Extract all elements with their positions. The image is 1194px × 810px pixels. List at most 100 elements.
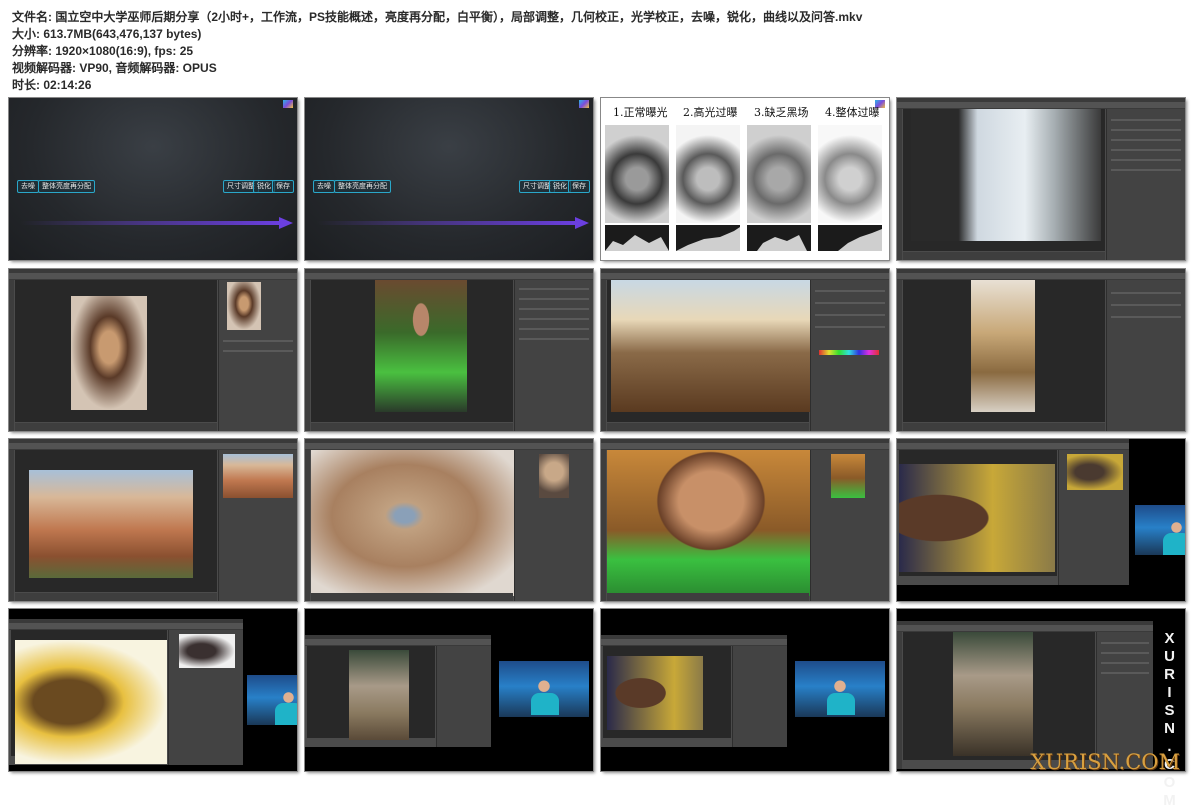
tools-panel xyxy=(305,280,310,431)
tools-panel xyxy=(897,280,902,431)
tools-panel xyxy=(601,280,606,431)
properties-panel xyxy=(436,646,491,747)
canvas-photo xyxy=(375,280,467,412)
canvas-area xyxy=(307,646,435,740)
histogram-3 xyxy=(747,225,811,251)
exposure-photo-1 xyxy=(605,125,669,223)
histogram-4 xyxy=(818,225,882,251)
canvas-photo xyxy=(311,450,519,596)
properties-panel xyxy=(1096,632,1153,769)
canvas-photo xyxy=(953,632,1033,756)
canvas-area xyxy=(903,109,1105,251)
slide-button-brightness: 整体亮度再分配 xyxy=(38,180,95,193)
canvas-area xyxy=(603,646,731,738)
duration-text: 时长: 02:14:26 xyxy=(12,78,92,92)
canvas-photo xyxy=(71,296,147,410)
canvas-area xyxy=(311,280,513,422)
thumb-ps-cowboy-portrait[interactable] xyxy=(9,269,297,431)
slide-button-save: 保存 xyxy=(568,180,590,193)
canvas-photo xyxy=(29,470,193,578)
thumb-title-slide-2[interactable]: 去噪 整体亮度再分配 尺寸调整 锐化 保存 xyxy=(305,98,593,260)
exposure-title-4: 4.整体过曝 xyxy=(825,106,880,119)
thumb-ps-girl-closeup[interactable] xyxy=(601,439,889,601)
navigator-panel xyxy=(514,450,593,601)
presenter-webcam xyxy=(499,661,589,717)
properties-panel xyxy=(1106,280,1185,431)
canvas-photo xyxy=(607,656,703,730)
histogram-panel xyxy=(168,630,243,765)
canvas-photo xyxy=(911,109,1101,241)
workflow-arrowhead xyxy=(279,217,293,229)
canvas-area xyxy=(311,450,519,596)
color-panel xyxy=(810,280,889,431)
slide-button-save: 保存 xyxy=(272,180,294,193)
file-info: 文件名: 国立空中大学巫师后期分享（2小时+，工作流，PS技能概述，亮度再分配，… xyxy=(12,9,862,94)
watermark-corner: XURISN.COM xyxy=(1030,750,1180,774)
canvas-photo xyxy=(899,464,1055,572)
histogram-panel xyxy=(1058,450,1129,585)
canvas-area xyxy=(607,450,815,596)
histogram-1 xyxy=(605,225,669,251)
canvas-area xyxy=(903,632,1095,760)
filesize-text: 大小: 613.7MB(643,476,137 bytes) xyxy=(12,27,202,41)
thumb-ps-portrait-with-webcam[interactable] xyxy=(897,439,1185,601)
properties-panel xyxy=(732,646,787,747)
exposure-photo-3 xyxy=(747,125,811,223)
slide-button-brightness: 整体亮度再分配 xyxy=(334,180,391,193)
exposure-title-3: 3.缺乏黑场 xyxy=(754,106,809,119)
logo-icon xyxy=(579,100,589,108)
navigator-panel xyxy=(218,450,297,601)
exposure-photo-2 xyxy=(676,125,740,223)
canvas-photo xyxy=(607,450,815,596)
navigator-panel xyxy=(810,450,889,601)
thumb-ps-window-scene[interactable] xyxy=(897,98,1185,260)
canvas-area xyxy=(15,450,217,592)
tools-panel xyxy=(9,450,14,601)
thumb-ps-girl-green[interactable] xyxy=(305,269,593,431)
filename-text: 文件名: 国立空中大学巫师后期分享（2小时+，工作流，PS技能概述，亮度再分配，… xyxy=(12,10,863,24)
presenter-webcam xyxy=(795,661,885,717)
thumb-ps-church-interior[interactable] xyxy=(897,269,1185,431)
thumb-ps-horse-large[interactable] xyxy=(897,609,1185,771)
thumb-ps-horse-with-webcam[interactable] xyxy=(305,609,593,771)
workflow-arrow xyxy=(21,221,281,225)
histogram-2 xyxy=(676,225,740,251)
exposure-title-2: 2.高光过曝 xyxy=(683,106,738,119)
canvas-area xyxy=(903,280,1105,422)
adjustments-panel xyxy=(1106,109,1185,260)
canvas-area xyxy=(15,280,217,422)
thumb-ps-canyon-hoodoos[interactable] xyxy=(9,439,297,601)
canvas-photo xyxy=(349,650,409,740)
slide-button-denoise: 去噪 xyxy=(17,180,39,193)
canvas-area xyxy=(11,630,167,764)
thumb-title-slide-1[interactable]: 去噪 整体亮度再分配 尺寸调整 锐化 保存 xyxy=(9,98,297,260)
canvas-photo xyxy=(15,640,167,764)
presenter-webcam xyxy=(247,675,297,725)
slide-button-denoise: 去噪 xyxy=(313,180,335,193)
thumb-ps-old-man-eye[interactable] xyxy=(305,439,593,601)
presenter-webcam xyxy=(1135,505,1185,555)
codec-text: 视频解码器: VP90, 音频解码器: OPUS xyxy=(12,61,217,75)
thumbnail-grid: 去噪 整体亮度再分配 尺寸调整 锐化 保存 去噪 整体亮度再分配 尺寸调整 锐化… xyxy=(9,98,1189,773)
canvas-photo xyxy=(971,280,1035,412)
navigator-panel xyxy=(218,280,297,431)
thumb-ps-yak-landscape[interactable] xyxy=(601,269,889,431)
thumb-ps-portrait-menu-with-webcam[interactable] xyxy=(601,609,889,771)
resolution-text: 分辨率: 1920×1080(16:9), fps: 25 xyxy=(12,44,194,58)
workflow-arrowhead xyxy=(575,217,589,229)
tools-panel xyxy=(9,280,14,431)
workflow-arrow xyxy=(317,221,577,225)
watermark-side: XURISN.COM xyxy=(1161,630,1178,810)
tools-panel xyxy=(601,450,606,601)
tools-panel xyxy=(305,450,310,601)
thumb-exposure-comparison[interactable]: 1.正常曝光 2.高光过曝 3.缺乏黑场 4.整体过曝 xyxy=(601,98,889,260)
thumb-ps-high-contrast-portrait[interactable] xyxy=(9,609,297,771)
canvas-area xyxy=(899,450,1057,576)
exposure-title-1: 1.正常曝光 xyxy=(613,106,668,119)
exposure-photo-4 xyxy=(818,125,882,223)
canvas-area xyxy=(607,280,811,422)
canvas-photo xyxy=(611,280,811,412)
logo-icon xyxy=(283,100,293,108)
tools-panel xyxy=(897,109,902,260)
properties-panel xyxy=(514,280,593,431)
